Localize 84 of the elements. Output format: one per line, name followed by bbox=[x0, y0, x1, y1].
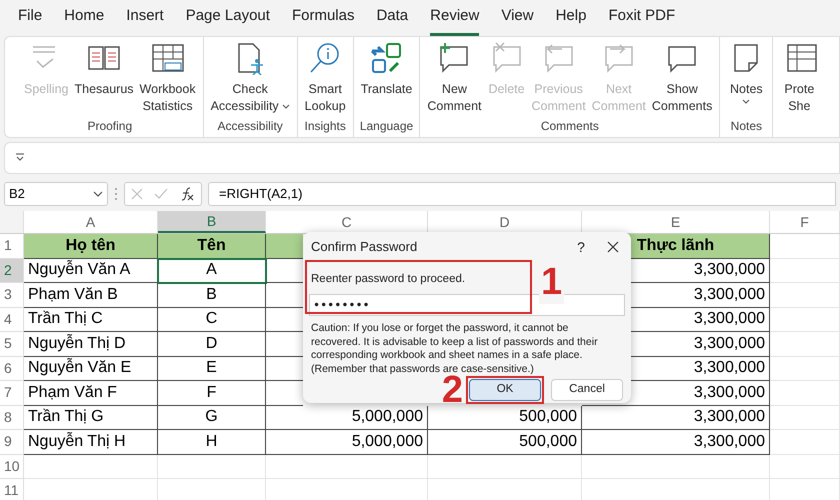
table-cell: Họ tên bbox=[24, 234, 158, 258]
ribbon-tab[interactable]: Foxit PDF bbox=[608, 4, 676, 36]
table-cell: C bbox=[158, 308, 266, 332]
ribbon-button[interactable]: Prote She bbox=[777, 37, 822, 115]
table-cell: Trần Thị C bbox=[24, 308, 158, 332]
function-icon[interactable] bbox=[179, 186, 196, 202]
row-header[interactable]: 6 bbox=[0, 356, 24, 381]
active-cell: A bbox=[158, 258, 266, 283]
ribbon-tab[interactable]: File bbox=[18, 4, 42, 36]
row-header[interactable]: 11 bbox=[0, 479, 24, 500]
empty-cell bbox=[770, 283, 840, 308]
row-header[interactable]: 5 bbox=[0, 332, 24, 356]
empty-cell bbox=[770, 308, 840, 332]
table-cell: Phạm Văn F bbox=[24, 381, 158, 406]
cell-reference: B2 bbox=[9, 185, 25, 204]
table-cell: 3,300,000 bbox=[582, 406, 770, 430]
ribbon-button[interactable]: Workbook Statistics bbox=[136, 37, 199, 115]
table-cell: 5,000,000 bbox=[266, 430, 428, 454]
ribbon-tab[interactable]: View bbox=[501, 4, 534, 36]
row-header[interactable]: 3 bbox=[0, 283, 24, 308]
ribbon-group-label: Language bbox=[360, 118, 414, 135]
dialog-button[interactable]: OK bbox=[469, 379, 541, 401]
empty-cell bbox=[770, 258, 840, 283]
table-cell: Nguyễn Văn E bbox=[24, 356, 158, 381]
ribbon-button[interactable]: Thesaurus bbox=[71, 37, 137, 98]
ribbon-button[interactable]: New Comment bbox=[424, 37, 485, 115]
empty-cell bbox=[770, 454, 840, 479]
table-cell: G bbox=[158, 406, 266, 430]
ribbon-button[interactable]: Check Accessibility bbox=[208, 37, 293, 115]
table-cell: Trần Thị G bbox=[24, 406, 158, 430]
ribbon-group-label: Notes bbox=[730, 118, 762, 135]
check-icon[interactable] bbox=[154, 188, 168, 200]
ribbon-group-label: Comments bbox=[540, 118, 599, 135]
table-cell: Phạm Văn B bbox=[24, 283, 158, 308]
ribbon-tab[interactable]: Help bbox=[556, 4, 586, 36]
dialog-button[interactable]: Cancel bbox=[551, 379, 623, 401]
ribbon-button[interactable]: Translate bbox=[358, 37, 416, 98]
column-header[interactable]: F bbox=[770, 211, 840, 233]
ribbon-tab[interactable]: Data bbox=[376, 4, 408, 36]
empty-cell bbox=[770, 430, 840, 454]
table-cell: B bbox=[158, 283, 266, 308]
table-cell: H bbox=[158, 430, 266, 454]
ribbon-group-label: Insights bbox=[304, 118, 346, 135]
row-header[interactable]: 2 bbox=[0, 258, 24, 283]
row-header[interactable]: 8 bbox=[0, 406, 24, 430]
caret-icon bbox=[282, 104, 290, 110]
customize-toolbar-icon[interactable] bbox=[15, 153, 25, 163]
ribbon-group-label: Proofing bbox=[87, 118, 132, 135]
dropdown-icon bbox=[93, 190, 103, 198]
table-cell: D bbox=[158, 332, 266, 356]
table-cell: Nguyễn Văn A bbox=[24, 258, 158, 283]
column-header[interactable]: B bbox=[158, 211, 266, 233]
ribbon-group-label: Accessibility bbox=[217, 118, 283, 135]
table-cell: Nguyễn Thị D bbox=[24, 332, 158, 356]
table-cell: Tên bbox=[158, 234, 266, 258]
prompt-label: Reenter password to proceed. bbox=[311, 273, 466, 285]
ribbon-button[interactable]: Smart Lookup bbox=[302, 37, 349, 115]
ribbon-tab[interactable]: Formulas bbox=[292, 4, 354, 36]
ribbon-button[interactable]: Show Comments bbox=[648, 37, 716, 115]
table-cell: Nguyễn Thị H bbox=[24, 430, 158, 454]
empty-cell bbox=[770, 381, 840, 406]
table-cell: F bbox=[158, 381, 266, 406]
ribbon-tab[interactable]: Home bbox=[64, 4, 104, 36]
empty-cell bbox=[770, 356, 840, 381]
row-header[interactable]: 4 bbox=[0, 308, 24, 332]
row-header[interactable]: 7 bbox=[0, 381, 24, 406]
ribbon-tab[interactable]: Page Layout bbox=[186, 4, 270, 36]
table-cell: 3,300,000 bbox=[582, 430, 770, 454]
table-cell: 500,000 bbox=[428, 430, 582, 454]
empty-cell bbox=[770, 332, 840, 356]
table-cell: E bbox=[158, 356, 266, 381]
row-header[interactable]: 9 bbox=[0, 430, 24, 454]
grip-icon bbox=[114, 186, 118, 202]
ribbon-button[interactable]: Notes bbox=[724, 37, 768, 106]
table-cell: 500,000 bbox=[428, 406, 582, 430]
name-box[interactable]: B2 bbox=[4, 182, 108, 206]
caret-icon bbox=[742, 98, 750, 106]
row-header[interactable]: 10 bbox=[0, 454, 24, 479]
empty-cell bbox=[770, 406, 840, 430]
dialog-title: Confirm Password bbox=[311, 238, 418, 256]
ribbon-tab[interactable]: Insert bbox=[126, 4, 164, 36]
formula-field[interactable]: =RIGHT(A2,1) bbox=[208, 182, 836, 206]
table-cell: 5,000,000 bbox=[266, 406, 428, 430]
close-icon[interactable] bbox=[607, 241, 619, 253]
